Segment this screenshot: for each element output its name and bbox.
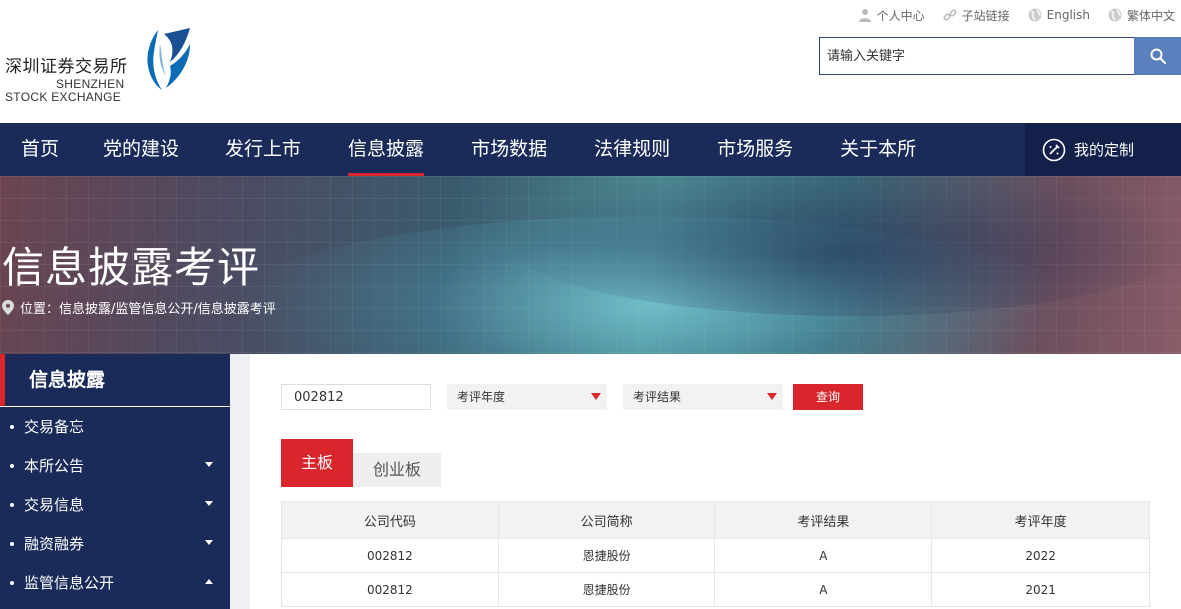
- result-select[interactable]: 考评结果: [623, 384, 783, 410]
- cell-company-code: 002812: [281, 538, 499, 573]
- globe-icon: [1108, 8, 1122, 22]
- logo-chinese-name: 深圳证券交易所: [5, 57, 128, 77]
- search-input[interactable]: [820, 38, 1135, 74]
- evaluation-table: 公司代码 公司简称 考评结果 考评年度 002812 恩捷股份 A 2022 0…: [281, 501, 1150, 607]
- sidebar-item-label: 融资融券: [24, 535, 85, 553]
- page-title: 信息披露考评: [2, 243, 261, 292]
- nav-item-home[interactable]: 首页: [21, 123, 59, 176]
- dropdown-arrow-icon: [767, 393, 777, 400]
- cell-company-name[interactable]: 恩捷股份: [497, 572, 716, 607]
- subsite-link[interactable]: 子站链接: [943, 7, 1010, 24]
- sidebar-item-regulatory-info[interactable]: 监管信息公开: [0, 563, 230, 602]
- page-banner: 信息披露考评 位置：信息披露/监管信息公开/信息披露考评: [0, 176, 1181, 354]
- szse-logo[interactable]: 深圳证券交易所 SHENZHEN STOCK EXCHANGE: [5, 26, 205, 106]
- english-label: English: [1046, 8, 1090, 22]
- main-nav: 首页 党的建设 发行上市 信息披露 市场数据 法律规则 市场服务 关于本所 我的…: [0, 123, 1181, 176]
- chevron-down-icon: [205, 462, 213, 467]
- year-select-value: 考评年度: [457, 390, 506, 404]
- board-tabs: 主板 创业板: [281, 439, 441, 487]
- column-header-company-code: 公司代码: [281, 501, 499, 539]
- bullet-icon: [10, 541, 14, 546]
- query-button[interactable]: 查询: [793, 384, 863, 410]
- cell-result: A: [714, 538, 933, 573]
- cell-year: 2022: [931, 538, 1150, 573]
- dropdown-arrow-icon: [591, 393, 601, 400]
- personal-center-label: 个人中心: [876, 8, 925, 23]
- breadcrumb-text[interactable]: 位置：信息披露/监管信息公开/信息披露考评: [20, 298, 276, 317]
- my-custom-label: 我的定制: [1074, 141, 1135, 159]
- sidebar-item-label: 交易备忘: [24, 418, 85, 436]
- sidebar-item-label: 交易信息: [24, 496, 85, 514]
- sidebar-item-label: 本所公告: [24, 457, 85, 475]
- logo-english-line1: SHENZHEN: [56, 77, 125, 91]
- sidebar-item-trading-info[interactable]: 交易信息: [0, 485, 230, 524]
- top-utility-links: 个人中心 子站链接 English 繁体中文: [858, 5, 1175, 25]
- result-select-value: 考评结果: [633, 390, 682, 404]
- location-pin-icon: [2, 300, 14, 315]
- nav-item-rules[interactable]: 法律规则: [594, 123, 670, 176]
- szse-logo-mark: [147, 28, 190, 90]
- user-icon: [858, 9, 871, 22]
- chevron-up-icon: [205, 579, 213, 584]
- sidebar-item-trading-memo[interactable]: 交易备忘: [0, 407, 230, 446]
- company-code-input[interactable]: [281, 384, 431, 410]
- cell-company-name[interactable]: 恩捷股份: [497, 538, 716, 573]
- search-box: [819, 37, 1136, 75]
- tab-chinext[interactable]: 创业板: [353, 453, 441, 487]
- sidebar: 信息披露 交易备忘 本所公告 交易信息 融资融券 监管信息公开: [0, 354, 230, 609]
- nav-item-listing[interactable]: 发行上市: [225, 123, 301, 176]
- nav-item-party-building[interactable]: 党的建设: [103, 123, 179, 176]
- sidebar-item-exchange-notices[interactable]: 本所公告: [0, 446, 230, 485]
- cell-company-code: 002812: [281, 572, 499, 607]
- sidebar-heading: 信息披露: [0, 354, 230, 406]
- column-header-company-name: 公司简称: [497, 501, 716, 539]
- nav-item-about[interactable]: 关于本所: [840, 123, 916, 176]
- column-header-result: 考评结果: [714, 501, 933, 539]
- chevron-down-icon: [205, 501, 213, 506]
- nav-item-market-data[interactable]: 市场数据: [471, 123, 547, 176]
- table-row: 002812 恩捷股份 A 2022: [281, 538, 1150, 573]
- cell-year: 2021: [931, 572, 1150, 607]
- sidebar-gutter: [230, 354, 250, 609]
- cell-result: A: [714, 572, 933, 607]
- year-select[interactable]: 考评年度: [447, 384, 607, 410]
- sidebar-item-margin-trading[interactable]: 融资融券: [0, 524, 230, 563]
- traditional-chinese-label: 繁体中文: [1126, 8, 1175, 23]
- breadcrumb: 位置：信息披露/监管信息公开/信息披露考评: [2, 298, 276, 317]
- sidebar-item-label: 监管信息公开: [24, 574, 115, 592]
- chevron-down-icon: [205, 540, 213, 545]
- tab-main-board[interactable]: 主板: [281, 439, 353, 487]
- personal-center-link[interactable]: 个人中心: [858, 7, 925, 24]
- bullet-icon: [10, 580, 14, 585]
- subsite-label: 子站链接: [961, 8, 1010, 23]
- english-link[interactable]: English: [1028, 8, 1090, 22]
- table-row: 002812 恩捷股份 A 2021: [281, 572, 1150, 607]
- bullet-icon: [10, 463, 14, 468]
- bullet-icon: [10, 502, 14, 507]
- link-icon: [943, 9, 957, 21]
- table-header-row: 公司代码 公司简称 考评结果 考评年度: [281, 501, 1150, 539]
- my-custom-button[interactable]: 我的定制: [1025, 123, 1181, 176]
- bullet-icon: [10, 424, 14, 429]
- customize-icon: [1042, 138, 1066, 161]
- search-button[interactable]: [1134, 37, 1181, 75]
- traditional-chinese-link[interactable]: 繁体中文: [1108, 7, 1175, 24]
- search-icon: [1150, 48, 1166, 64]
- globe-icon: [1028, 8, 1042, 22]
- nav-item-disclosure[interactable]: 信息披露: [348, 123, 425, 176]
- nav-item-services[interactable]: 市场服务: [717, 123, 793, 176]
- site-header: 深圳证券交易所 SHENZHEN STOCK EXCHANGE 个人中心 子站链…: [0, 0, 1181, 123]
- logo-english-line2: STOCK EXCHANGE: [5, 90, 122, 104]
- column-header-year: 考评年度: [931, 501, 1150, 539]
